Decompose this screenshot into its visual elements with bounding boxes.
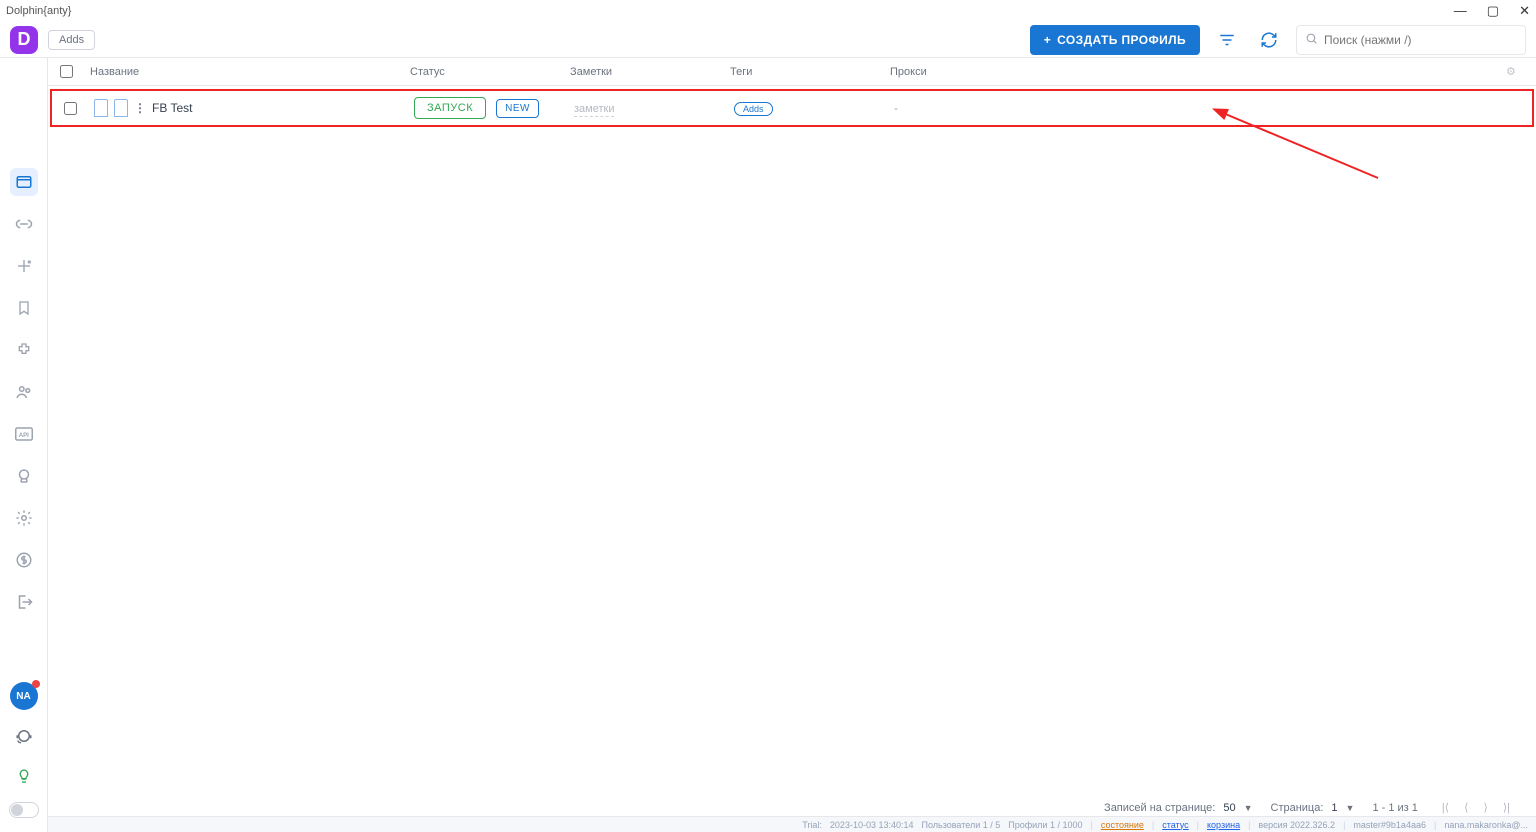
trial-label: Trial: [802,820,822,830]
browsers-icon[interactable] [10,168,38,196]
col-name: Название [90,66,410,78]
records-label: Записей на странице: [1104,802,1215,814]
last-page-icon[interactable]: ⟩| [1503,802,1510,814]
refresh-icon[interactable] [1254,25,1284,55]
first-page-icon[interactable]: |⟨ [1442,802,1449,814]
col-notes: Заметки [570,66,730,78]
bookmark-icon[interactable] [10,294,38,322]
row-checkbox[interactable] [64,102,77,115]
status-profiles: Профили 1 / 1000 [1008,820,1082,830]
team-icon[interactable] [10,378,38,406]
top-toolbar: D Adds + СОЗДАТЬ ПРОФИЛЬ [0,22,1536,58]
select-all-checkbox[interactable] [60,65,73,78]
notes-placeholder[interactable]: заметки [574,103,614,117]
pagination-bar: Записей на странице: 50 ▼ Страница: 1 ▼ … [1104,801,1516,814]
status-link-trash[interactable]: корзина [1207,820,1240,830]
idea-icon[interactable] [10,762,38,790]
status-link-status[interactable]: статус [1162,820,1188,830]
status-version: версия 2022.326.2 [1258,820,1335,830]
settings-icon[interactable] [10,504,38,532]
window-controls: — ▢ ✕ [1454,3,1530,19]
theme-toggle[interactable] [9,802,39,818]
svg-text:API: API [18,433,28,439]
window-title: Dolphin{anty} [6,5,71,17]
close-button[interactable]: ✕ [1519,3,1530,19]
row-menu-icon[interactable]: ⋮ [134,101,146,115]
api-icon[interactable]: API [10,420,38,448]
columns-settings-icon[interactable]: ⚙ [1506,65,1536,78]
status-user: nana.makaronka@... [1444,820,1528,830]
app-logo-icon: D [10,26,38,54]
left-sidebar: API NA [0,58,48,832]
records-per-page[interactable]: Записей на странице: 50 ▼ [1104,802,1252,814]
next-page-icon[interactable]: ⟩ [1483,802,1487,814]
col-status: Статус [410,66,570,78]
proxy-icon[interactable] [10,210,38,238]
search-icon [1305,32,1318,48]
search-input[interactable] [1324,33,1517,47]
chevron-down-icon: ▼ [1346,803,1355,813]
status-bar: Trial: 2023-10-03 13:40:14 Пользователи … [48,816,1536,832]
annotation-arrow [48,58,1528,258]
minimize-button[interactable]: — [1454,3,1467,19]
user-avatar[interactable]: NA [10,682,38,710]
run-button[interactable]: ЗАПУСК [414,97,486,119]
page-select[interactable]: Страница: 1 ▼ [1271,802,1355,814]
col-tags: Теги [730,66,890,78]
extension-icon[interactable] [10,336,38,364]
col-proxy: Прокси [890,66,1506,78]
table-header: Название Статус Заметки Теги Прокси ⚙ [48,58,1536,86]
scenarios-icon[interactable] [10,462,38,490]
logout-icon[interactable] [10,588,38,616]
support-icon[interactable] [10,722,38,750]
add-tag-chip[interactable]: Adds [734,102,773,116]
create-profile-button[interactable]: + СОЗДАТЬ ПРОФИЛЬ [1030,25,1200,55]
billing-icon[interactable] [10,546,38,574]
browser-icon [114,99,128,117]
proxy-value: - [894,101,898,115]
status-users: Пользователи 1 / 5 [922,820,1001,830]
chevron-down-icon: ▼ [1244,803,1253,813]
records-value: 50 [1223,802,1235,814]
avatar-initials: NA [16,691,30,702]
status-link-state[interactable]: состояние [1101,820,1144,830]
page-value: 1 [1331,802,1337,814]
os-titlebar: Dolphin{anty} — ▢ ✕ [0,0,1536,22]
search-input-wrap[interactable] [1296,25,1526,55]
page-label: Страница: [1271,802,1324,814]
profiles-main: Название Статус Заметки Теги Прокси ⚙ ⋮ … [48,58,1536,832]
status-datetime: 2023-10-03 13:40:14 [830,820,914,830]
prev-page-icon[interactable]: ⟨ [1464,802,1468,814]
pager-nav: |⟨ ⟨ ⟩ ⟩| [1436,801,1516,814]
status-badge: NEW [496,99,539,118]
automation-icon[interactable] [10,252,38,280]
maximize-button[interactable]: ▢ [1487,3,1499,19]
profile-name: FB Test [152,101,192,115]
create-profile-label: СОЗДАТЬ ПРОФИЛЬ [1057,33,1186,47]
adds-button[interactable]: Adds [48,30,95,50]
status-build: master#9b1a4aa6 [1353,820,1426,830]
range-label: 1 - 1 из 1 [1372,802,1417,814]
filter-icon[interactable] [1212,25,1242,55]
browser-icon [94,99,108,117]
profile-row[interactable]: ⋮ FB Test ЗАПУСК NEW заметки Adds - [50,89,1534,127]
plus-icon: + [1044,33,1051,47]
